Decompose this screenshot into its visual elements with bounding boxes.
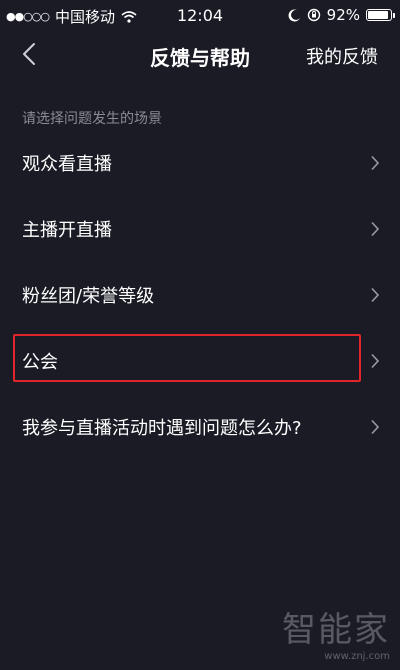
my-feedback-link[interactable]: 我的反馈 xyxy=(306,43,378,69)
list-item-live-activity[interactable]: 我参与直播活动时遇到问题怎么办? xyxy=(0,394,400,460)
status-right: 92% xyxy=(288,6,395,24)
rotation-lock-icon xyxy=(307,8,320,22)
nav-bar: 反馈与帮助 我的反馈 xyxy=(0,30,400,80)
chevron-right-icon xyxy=(371,221,380,237)
chevron-right-icon xyxy=(371,353,380,369)
highlight-box xyxy=(13,334,361,382)
scene-list: 观众看直播 主播开直播 粉丝团/荣誉等级 公会 我参与直播活动时遇到问题怎么办? xyxy=(0,130,400,460)
list-item-label: 主播开直播 xyxy=(22,220,112,241)
chevron-right-icon xyxy=(371,287,380,303)
list-item-streamer[interactable]: 主播开直播 xyxy=(0,196,400,262)
list-item-label: 粉丝团/荣誉等级 xyxy=(22,286,155,307)
chevron-right-icon xyxy=(371,155,380,171)
watermark: 智能家 www.znj.com xyxy=(282,602,390,662)
list-item-label: 观众看直播 xyxy=(22,154,112,175)
battery-percent: 92% xyxy=(326,6,360,24)
section-header: 请选择问题发生的场景 xyxy=(22,111,162,127)
battery-level xyxy=(368,11,389,19)
watermark-url: www.znj.com xyxy=(324,651,390,662)
list-item-audience[interactable]: 观众看直播 xyxy=(0,130,400,196)
watermark-text: 智能家 xyxy=(282,610,390,650)
chevron-right-icon xyxy=(371,419,380,435)
list-item-fan-group[interactable]: 粉丝团/荣誉等级 xyxy=(0,262,400,328)
status-bar: ●●○○○ 中国移动 12:04 92% xyxy=(0,0,400,30)
list-item-label: 我参与直播活动时遇到问题怎么办? xyxy=(22,418,302,439)
battery-icon xyxy=(366,9,395,21)
moon-icon xyxy=(288,8,300,21)
